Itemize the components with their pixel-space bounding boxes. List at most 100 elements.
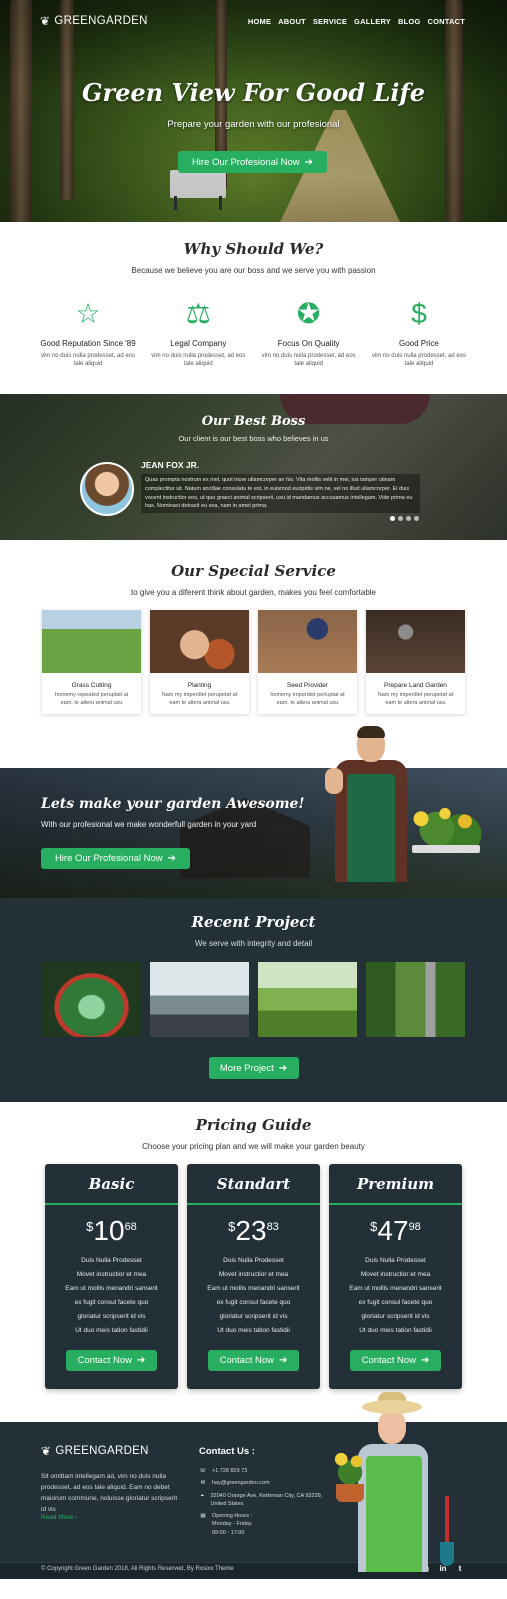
hand-dollar-icon: $ xyxy=(411,298,427,329)
contact-phone[interactable]: +1 728 829 73 xyxy=(212,1467,247,1475)
project-image-conservatory[interactable] xyxy=(258,962,357,1037)
logo[interactable]: ❦ GREENGARDEN xyxy=(40,14,148,28)
cta-hire-button[interactable]: Hire Our Profesional Now ➔ xyxy=(41,848,190,869)
contact-email-row: ✉ hay@greengarden.com xyxy=(199,1479,329,1487)
hero-section: ❦ GREENGARDEN HOME ABOUT SERVICE GALLERY… xyxy=(0,0,507,222)
service-card[interactable]: Prepare Land Garden Nam my imperdiet per… xyxy=(366,610,465,714)
contact-list: ☏ +1 728 829 73 ✉ hay@greengarden.com ⌖ … xyxy=(199,1467,329,1541)
contact-now-button[interactable]: Contact Now ➔ xyxy=(208,1350,299,1371)
top-nav: ❦ GREENGARDEN HOME ABOUT SERVICE GALLERY… xyxy=(0,10,507,32)
contact-now-button[interactable]: Contact Now ➔ xyxy=(66,1350,157,1371)
contact-now-label: Contact Now xyxy=(361,1355,416,1366)
contact-now-button[interactable]: Contact Now ➔ xyxy=(350,1350,441,1371)
book-icon: ▤ xyxy=(200,1513,206,1519)
shovel xyxy=(440,1496,454,1568)
gardener-woman-apron xyxy=(366,1456,422,1572)
slider-dots xyxy=(390,516,419,521)
why-section: Why Should We? Because we believe you ar… xyxy=(0,222,507,394)
slider-dot-3[interactable] xyxy=(406,516,411,521)
read-more-link[interactable]: Read More › xyxy=(41,1514,77,1521)
prepare-land-image xyxy=(366,610,465,673)
testimonial-subtitle: Our client is our best boss who believes… xyxy=(178,434,329,443)
hire-professional-button[interactable]: Hire Our Profesional Now ➔ xyxy=(178,151,327,173)
pricing-title: Pricing Guide xyxy=(195,1116,312,1134)
hire-professional-label: Hire Our Profesional Now xyxy=(191,156,300,168)
nav-service[interactable]: SERVICE xyxy=(313,17,347,26)
plan-button-wrap: Contact Now ➔ xyxy=(45,1350,178,1371)
arrow-right-icon: ➔ xyxy=(137,1355,146,1366)
plan-feature: Eam ut mollis menandri sanserit xyxy=(207,1285,300,1292)
hero-title: Green View For Good Life xyxy=(81,78,426,107)
client-quote: Quas prompta nostrum ex mel, quot iriure… xyxy=(141,474,420,514)
leaf-logo-icon: ❦ xyxy=(41,1444,52,1458)
plan-feature: ex fugit consul facete quo xyxy=(216,1299,291,1306)
more-project-wrap: More Project ➔ xyxy=(0,1057,507,1079)
map-pin-icon: ⌖ xyxy=(200,1492,204,1499)
client-name: JEAN FOX JR. xyxy=(141,460,200,470)
plan-name: Standart xyxy=(187,1164,320,1205)
more-project-button[interactable]: More Project ➔ xyxy=(208,1057,299,1079)
price-whole: 23 xyxy=(235,1215,267,1246)
plan-feature: Eam ut mollis menandri sanserit xyxy=(65,1285,158,1292)
gardener-hair xyxy=(357,726,385,738)
project-image-greenhouse-hall[interactable] xyxy=(150,962,249,1037)
feature-title: Good Price xyxy=(398,339,439,348)
slider-dot-2[interactable] xyxy=(398,516,403,521)
feature-item: $ Good Price vim no duis nulla prodesset… xyxy=(369,297,469,369)
testimonial-title: Our Best Boss xyxy=(201,414,306,429)
plan-feature: Movet instructior et mea xyxy=(218,1271,289,1278)
services-section: Our Special Service to give you a difere… xyxy=(0,540,507,768)
arrow-right-icon: ➔ xyxy=(278,1062,288,1074)
nav-menu: HOME ABOUT SERVICE GALLERY BLOG CONTACT xyxy=(248,17,465,26)
nav-about[interactable]: ABOUT xyxy=(278,17,306,26)
plan-feature: ex fugit consul facete quo xyxy=(74,1299,149,1306)
price-cents: 98 xyxy=(408,1221,421,1233)
plan-features: Duis Nulla Prodesset Movet instructior e… xyxy=(45,1254,178,1338)
service-card[interactable]: Planting Nam my imperdiet perupetat at e… xyxy=(150,610,249,714)
plan-price: $ 10 68 xyxy=(45,1215,178,1247)
pricing-card-standart: Standart $ 23 83 Duis Nulla Prodesset Mo… xyxy=(187,1164,320,1389)
pricing-card-premium: Premium $ 47 98 Duis Nulla Prodesset Mov… xyxy=(329,1164,462,1389)
footer-logo[interactable]: ❦ GREENGARDEN xyxy=(41,1444,149,1458)
nav-blog[interactable]: BLOG xyxy=(398,17,420,26)
copyright-text: © Copyright Green Garden 2018, All Right… xyxy=(41,1566,234,1572)
service-title: Grass Cutting xyxy=(71,682,112,689)
plan-feature: Ut duo meis tation fastidii xyxy=(359,1327,432,1334)
service-card[interactable]: Seed Provider homemy imperdiet periuptat… xyxy=(258,610,357,714)
plan-feature: ex fugit consul facete quo xyxy=(358,1299,433,1306)
gardener-woman-face xyxy=(378,1410,406,1444)
service-desc: Nam my imperdiet perupetat at eam te alt… xyxy=(377,692,454,706)
pricing-plans: Basic $ 10 68 Duis Nulla Prodesset Movet… xyxy=(0,1164,507,1389)
contact-now-label: Contact Now xyxy=(77,1355,132,1366)
plan-button-wrap: Contact Now ➔ xyxy=(187,1350,320,1371)
project-image-heart-arch[interactable] xyxy=(42,962,141,1037)
planting-image xyxy=(150,610,249,673)
service-title: Prepare Land Garden xyxy=(384,682,447,689)
phone-icon: ☏ xyxy=(199,1468,207,1474)
nav-home[interactable]: HOME xyxy=(248,17,271,26)
contact-phone-row: ☏ +1 728 829 73 xyxy=(199,1467,329,1475)
plan-feature: Movet instructior et mea xyxy=(76,1271,147,1278)
nav-contact[interactable]: CONTACT xyxy=(427,17,465,26)
why-title: Why Should We? xyxy=(183,240,324,258)
price-cents: 68 xyxy=(124,1221,137,1233)
plan-feature: Duis Nulla Prodesset xyxy=(365,1257,426,1264)
contact-title: Contact Us : xyxy=(199,1446,255,1457)
nav-gallery[interactable]: GALLERY xyxy=(354,17,391,26)
feature-item: ☆ Good Reputation Since '89 vim no duis … xyxy=(38,297,138,369)
service-desc: homemy repeated peruptati at eam, te alt… xyxy=(54,692,129,706)
projects-subtitle: We serve with integrity and detail xyxy=(194,939,313,948)
cta-hire-label: Hire Our Profesional Now xyxy=(54,853,163,864)
client-avatar xyxy=(80,462,134,516)
arrow-right-icon: ➔ xyxy=(167,853,177,864)
slider-dot-1[interactable] xyxy=(390,516,395,521)
contact-email[interactable]: hay@greengarden.com xyxy=(212,1479,270,1487)
service-title: Planting xyxy=(187,682,212,689)
service-card[interactable]: Grass Cutting homemy repeated peruptati … xyxy=(42,610,141,714)
logo-text: GREENGARDEN xyxy=(54,15,148,27)
award-ribbon-icon: ✪ xyxy=(296,298,321,329)
project-image-garden-path[interactable] xyxy=(366,962,465,1037)
plan-feature: gloriatur scripserit id vis xyxy=(219,1313,288,1320)
price-whole: 47 xyxy=(377,1215,409,1246)
slider-dot-4[interactable] xyxy=(414,516,419,521)
